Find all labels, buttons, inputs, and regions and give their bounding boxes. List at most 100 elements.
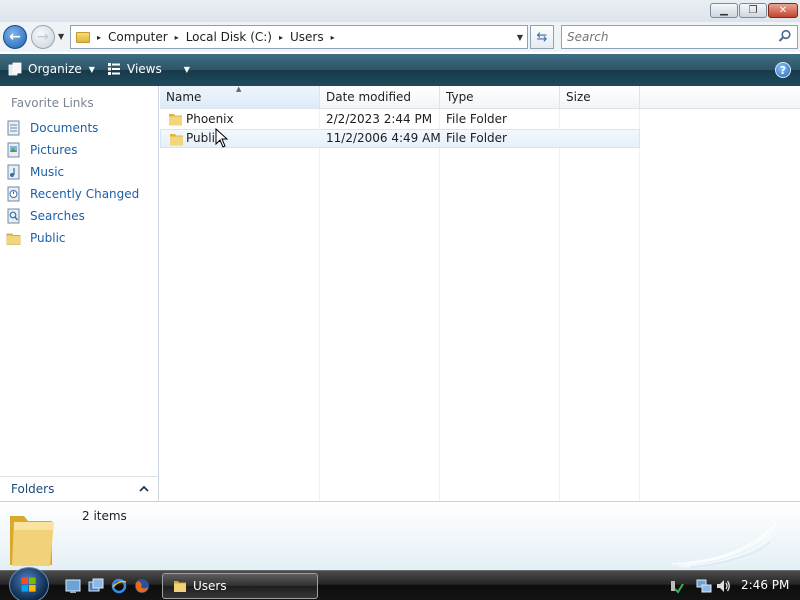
breadcrumb-users[interactable]: Users (290, 30, 324, 44)
sort-ascending-icon: ▲ (236, 85, 242, 93)
clock[interactable]: 2:46 PM (741, 578, 789, 592)
sidebar-item-recently-changed[interactable]: Recently Changed (6, 184, 156, 204)
help-button[interactable]: ? (775, 62, 791, 78)
forward-button[interactable]: → (31, 25, 55, 49)
file-list: Name ▲ Date modified Type Size Phoenix 2… (160, 85, 800, 501)
column-header-name[interactable]: Name ▲ (160, 85, 320, 109)
details-pane: 2 items (0, 501, 800, 570)
music-icon (7, 164, 20, 180)
column-header-date-modified[interactable]: Date modified (320, 86, 440, 109)
column-header-label: Date modified (326, 90, 412, 104)
sidebar-item-label: Recently Changed (30, 187, 140, 201)
organize-dropdown-arrow: ▼ (88, 64, 95, 74)
views-dropdown-arrow[interactable]: ▼ (184, 65, 190, 74)
decorative-swoosh (671, 523, 777, 568)
breadcrumb-local-disk[interactable]: Local Disk (C:) (186, 30, 272, 44)
organize-label: Organize (28, 62, 82, 76)
documents-icon (7, 120, 20, 136)
column-divider (319, 109, 320, 501)
sidebar-item-documents[interactable]: Documents (6, 118, 156, 138)
file-row-public[interactable]: Public 11/2/2006 4:49 AM File Folder (160, 129, 640, 148)
folder-icon (6, 233, 21, 245)
folder-icon (76, 31, 90, 43)
back-arrow-icon: ← (9, 29, 21, 45)
sidebar-item-label: Searches (30, 209, 85, 223)
item-count: 2 items (82, 509, 127, 523)
column-divider (639, 109, 640, 501)
breadcrumb-separator[interactable]: ▸ (279, 33, 283, 42)
breadcrumb-computer[interactable]: Computer (108, 30, 168, 44)
folders-toggle[interactable]: Folders (0, 476, 158, 501)
refresh-icon: ⇆ (536, 29, 548, 45)
column-header-label: Name (166, 90, 202, 104)
sidebar-item-pictures[interactable]: Pictures (6, 140, 156, 160)
column-header-size[interactable]: Size (560, 86, 640, 109)
forward-arrow-icon: → (37, 29, 49, 45)
column-divider (559, 109, 560, 501)
title-bar: ▁ ❐ ✕ (0, 0, 800, 22)
views-label: Views (127, 62, 162, 76)
start-button[interactable] (9, 567, 49, 600)
command-bar: Organize ▼ Views ▼ ? (0, 54, 800, 86)
search-icon[interactable] (778, 29, 792, 43)
taskbar-window-label: Users (193, 579, 227, 593)
firefox-icon[interactable] (134, 578, 150, 594)
sidebar-item-public[interactable]: Public (6, 228, 156, 248)
maximize-button[interactable]: ❐ (739, 3, 767, 18)
taskbar: Users 2:46 PM (0, 567, 800, 600)
taskbar-window-users[interactable]: Users (162, 573, 318, 599)
show-desktop-icon[interactable] (65, 578, 81, 594)
column-header-label: Type (446, 90, 474, 104)
organize-icon (8, 62, 22, 76)
views-button[interactable]: Views ▼ (107, 62, 190, 76)
volume-icon[interactable] (715, 578, 731, 594)
file-name[interactable]: Public (186, 131, 222, 145)
refresh-button[interactable]: ⇆ (530, 25, 554, 49)
navigation-bar: ← → ▼ ▸ Computer ▸ Local Disk (C:) ▸ Use… (0, 22, 800, 52)
network-icon[interactable] (696, 578, 712, 594)
sidebar-item-label: Pictures (30, 143, 78, 157)
searches-icon (7, 208, 20, 224)
search-box[interactable] (561, 25, 798, 49)
column-header-filler (640, 86, 800, 109)
file-row-phoenix[interactable]: Phoenix 2/2/2023 2:44 PM File Folder (160, 110, 640, 129)
recent-pages-dropdown[interactable]: ▼ (58, 32, 64, 41)
internet-explorer-icon[interactable] (111, 578, 127, 594)
sidebar-item-label: Documents (30, 121, 99, 135)
column-header-type[interactable]: Type (440, 86, 560, 109)
pictures-icon (7, 142, 20, 158)
chevron-up-icon[interactable] (138, 483, 150, 495)
folders-label: Folders (11, 482, 55, 496)
safely-remove-hardware-icon[interactable] (668, 578, 684, 594)
minimize-icon: ▁ (720, 5, 728, 16)
minimize-button[interactable]: ▁ (710, 3, 738, 18)
sidebar-item-music[interactable]: Music (6, 162, 156, 182)
folder-icon (169, 114, 182, 126)
organize-button[interactable]: Organize ▼ (8, 62, 95, 76)
close-icon: ✕ (778, 5, 788, 16)
address-bar[interactable]: ▸ Computer ▸ Local Disk (C:) ▸ Users ▸ ▼ (70, 25, 528, 49)
sidebar-item-label: Public (30, 231, 66, 245)
sidebar-item-searches[interactable]: Searches (6, 206, 156, 226)
folder-icon (170, 134, 183, 146)
close-button[interactable]: ✕ (768, 3, 798, 18)
breadcrumb-separator[interactable]: ▸ (331, 33, 335, 42)
breadcrumb-separator[interactable]: ▸ (97, 33, 101, 42)
file-type: File Folder (446, 131, 507, 145)
address-history-dropdown[interactable]: ▼ (517, 33, 523, 42)
file-type: File Folder (446, 112, 507, 126)
views-icon (108, 63, 120, 75)
back-button[interactable]: ← (3, 25, 27, 49)
recently-changed-icon (7, 186, 20, 202)
file-name[interactable]: Phoenix (186, 112, 234, 126)
folder-icon (174, 581, 186, 592)
breadcrumb-separator[interactable]: ▸ (175, 33, 179, 42)
windows-logo-icon (21, 577, 36, 592)
column-divider (439, 109, 440, 501)
maximize-icon: ❐ (748, 5, 758, 16)
file-date-modified: 2/2/2023 2:44 PM (326, 112, 433, 126)
switch-windows-icon[interactable] (88, 578, 104, 594)
search-input[interactable] (567, 27, 767, 47)
favorite-links-header: Favorite Links (11, 96, 94, 110)
column-header-label: Size (566, 90, 591, 104)
